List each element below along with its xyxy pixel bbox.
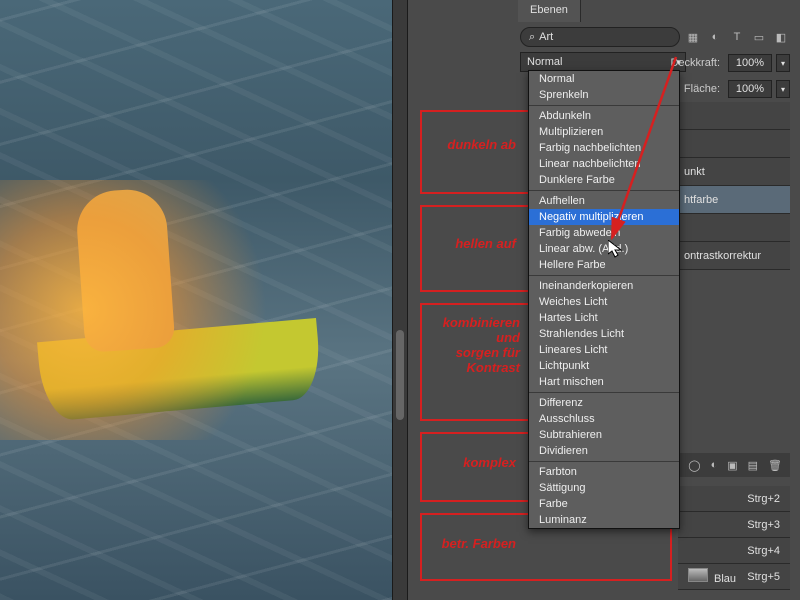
- blend-option[interactable]: Luminanz: [529, 512, 679, 528]
- group-icon[interactable]: ▣: [727, 456, 737, 474]
- channel-name: Blau: [688, 568, 736, 585]
- blend-option[interactable]: Strahlendes Licht: [529, 326, 679, 342]
- blend-option[interactable]: Hart mischen: [529, 374, 679, 390]
- blend-option[interactable]: Dividieren: [529, 443, 679, 459]
- layer-row[interactable]: [678, 102, 790, 130]
- layer-row[interactable]: [678, 130, 790, 158]
- blend-option[interactable]: Lichtpunkt: [529, 358, 679, 374]
- blend-option[interactable]: Differenz: [529, 395, 679, 411]
- blend-option[interactable]: Ineinanderkopieren: [529, 278, 679, 294]
- layer-name: htfarbe: [684, 194, 718, 206]
- blend-option[interactable]: Subtrahieren: [529, 427, 679, 443]
- filter-smart-icon[interactable]: ◧: [772, 28, 790, 46]
- layer-name: unkt: [684, 166, 705, 178]
- mask-icon[interactable]: ◯: [688, 456, 700, 474]
- image-light-glow: [0, 180, 310, 440]
- blend-option[interactable]: Sprenkeln: [529, 87, 679, 103]
- blend-option[interactable]: Hartes Licht: [529, 310, 679, 326]
- channels-list: Strg+2 Strg+3 Strg+4 Blau Strg+5: [678, 486, 790, 600]
- blend-option[interactable]: Linear nachbelichten: [529, 156, 679, 172]
- channel-row[interactable]: Strg+4: [678, 538, 790, 564]
- mouse-cursor-icon: [608, 240, 626, 258]
- image-sea: [0, 0, 392, 600]
- tab-layers[interactable]: Ebenen: [518, 0, 581, 22]
- blend-option[interactable]: Farbe: [529, 496, 679, 512]
- layer-filter-select[interactable]: ⌕ Art: [520, 27, 680, 47]
- layer-row[interactable]: ontrastkorrektur: [678, 242, 790, 270]
- blend-option[interactable]: Farbig nachbelichten: [529, 140, 679, 156]
- panel-divider[interactable]: [392, 0, 408, 600]
- blend-option[interactable]: Weiches Licht: [529, 294, 679, 310]
- layer-list: unkt htfarbe ontrastkorrektur: [678, 102, 790, 270]
- filter-label: Art: [539, 31, 553, 43]
- fill-label: Fläche:: [684, 83, 720, 95]
- channel-shortcut: Strg+5: [747, 571, 780, 583]
- layers-footer: ⇄ fx ◯ ◐ ▣ ▤ 🗑: [678, 453, 790, 477]
- panel-tabs: Ebenen: [518, 0, 581, 22]
- layer-row[interactable]: htfarbe: [678, 186, 790, 214]
- vertical-scrollbar[interactable]: [396, 330, 404, 420]
- filter-type-icon[interactable]: T: [728, 28, 746, 46]
- trash-icon[interactable]: 🗑: [768, 456, 782, 474]
- layer-row[interactable]: unkt: [678, 158, 790, 186]
- new-layer-icon[interactable]: ▤: [748, 456, 758, 474]
- filter-adjust-icon[interactable]: ◐: [706, 28, 724, 46]
- channel-row[interactable]: Blau Strg+5: [678, 564, 790, 590]
- opacity-label: Deckkraft:: [670, 57, 720, 69]
- channel-row[interactable]: Strg+2: [678, 486, 790, 512]
- blend-option[interactable]: Abdunkeln: [529, 108, 679, 124]
- channel-shortcut: Strg+2: [747, 493, 780, 505]
- fill-caret-icon[interactable]: ▾: [776, 80, 790, 98]
- layer-row[interactable]: [678, 214, 790, 242]
- blend-option[interactable]: Farbig abwedeln: [529, 225, 679, 241]
- adjustment-icon[interactable]: ◐: [711, 456, 718, 474]
- channel-thumb-icon: [688, 568, 708, 582]
- blend-option[interactable]: Linear abw. (Add.): [529, 241, 679, 257]
- blend-option[interactable]: Negativ multiplizieren: [529, 209, 679, 225]
- blend-mode-dropdown[interactable]: NormalSprenkelnAbdunkelnMultiplizierenFa…: [528, 70, 680, 529]
- channel-shortcut: Strg+3: [747, 519, 780, 531]
- opacity-caret-icon[interactable]: ▾: [776, 54, 790, 72]
- blend-option[interactable]: Hellere Farbe: [529, 257, 679, 273]
- channel-shortcut: Strg+4: [747, 545, 780, 557]
- blend-option[interactable]: Normal: [529, 71, 679, 87]
- blend-option[interactable]: Ausschluss: [529, 411, 679, 427]
- channel-row[interactable]: Strg+3: [678, 512, 790, 538]
- layer-filter-row: ⌕ Art ▦ ◐ T ▭ ◧: [520, 26, 790, 48]
- blend-option[interactable]: Lineares Licht: [529, 342, 679, 358]
- document-canvas[interactable]: [0, 0, 392, 600]
- filter-shape-icon[interactable]: ▭: [750, 28, 768, 46]
- blend-option[interactable]: Dunklere Farbe: [529, 172, 679, 188]
- fill-input[interactable]: 100%: [728, 80, 772, 98]
- blend-option[interactable]: Multiplizieren: [529, 124, 679, 140]
- layer-name: ontrastkorrektur: [684, 250, 761, 262]
- opacity-input[interactable]: 100%: [728, 54, 772, 72]
- blend-option[interactable]: Aufhellen: [529, 193, 679, 209]
- search-icon: ⌕: [529, 31, 535, 44]
- blend-option[interactable]: Farbton: [529, 464, 679, 480]
- blend-option[interactable]: Sättigung: [529, 480, 679, 496]
- filter-pixel-icon[interactable]: ▦: [684, 28, 702, 46]
